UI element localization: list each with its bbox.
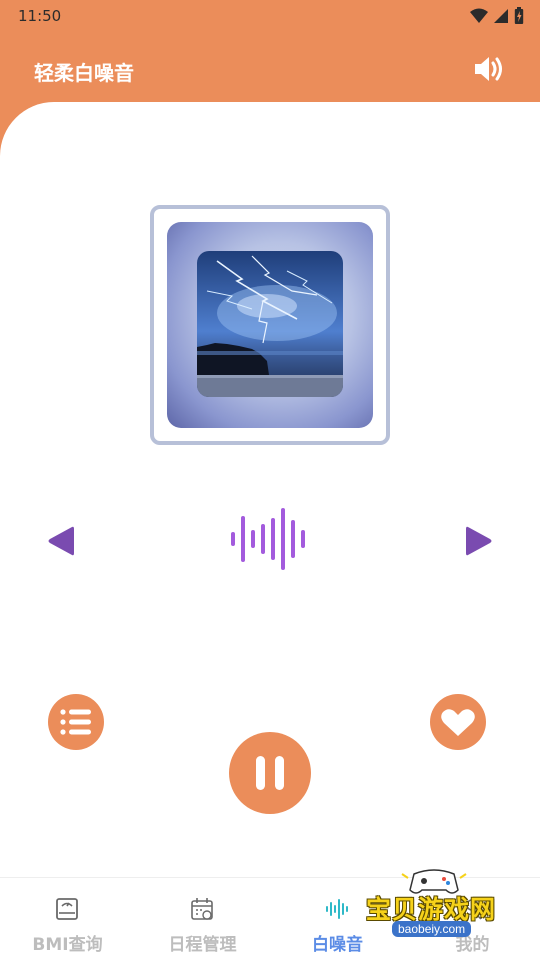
favorite-button[interactable] (430, 694, 486, 750)
waveform-icon (326, 899, 348, 919)
playlist-button[interactable] (48, 694, 104, 750)
wifi-icon (470, 8, 488, 23)
pause-icon (256, 756, 284, 790)
nav-item-bmi[interactable]: BMI查询 (0, 878, 135, 960)
signal-icon (494, 9, 508, 23)
status-bar: 11:50 (0, 0, 540, 32)
scale-icon (56, 898, 78, 920)
pause-button[interactable] (229, 732, 311, 814)
volume-icon[interactable] (472, 52, 506, 86)
list-icon (60, 709, 91, 735)
album-art-image (197, 251, 343, 397)
watermark-url: baobeiy.com (392, 921, 472, 937)
nav-item-schedule[interactable]: 日程管理 (135, 878, 270, 960)
watermark: 宝贝游戏网 baobeiy.com (362, 868, 512, 954)
album-art-frame (150, 205, 390, 445)
calendar-icon (191, 898, 213, 920)
page-title: 轻柔白噪音 (34, 61, 134, 85)
status-time: 11:50 (18, 7, 62, 25)
nav-label-bmi: BMI查询 (32, 935, 103, 955)
album-art-background (167, 222, 373, 428)
status-icons (470, 6, 524, 26)
heart-icon (441, 709, 475, 736)
waveform-icon[interactable] (228, 506, 312, 572)
battery-icon (514, 7, 524, 24)
next-icon[interactable] (462, 523, 496, 559)
panel-corner (0, 102, 54, 156)
previous-icon[interactable] (44, 523, 78, 559)
nav-label-schedule: 日程管理 (168, 935, 237, 955)
